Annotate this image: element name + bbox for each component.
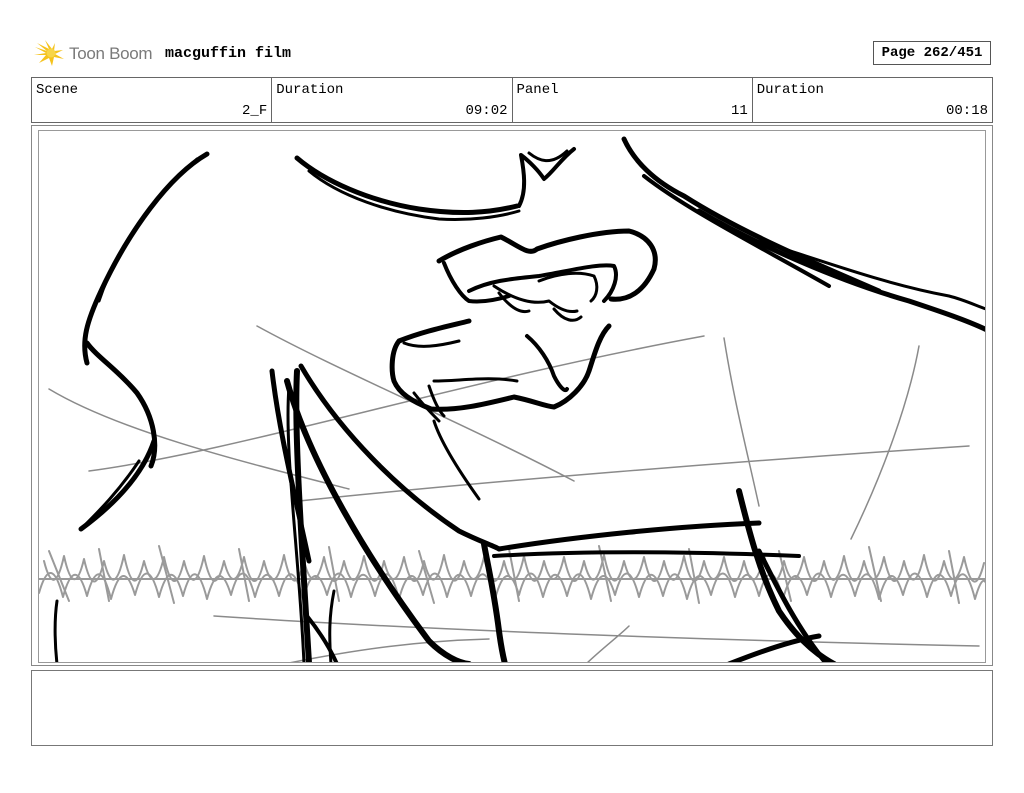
panel-cell: Panel 11 [513,78,753,122]
storyboard-panel [38,130,986,663]
scene-cell: Scene 2_F [32,78,273,122]
notes-box [31,670,993,746]
panel-duration-label: Duration [756,82,824,98]
scene-duration-label: Duration [276,82,344,98]
info-table: Scene 2_F Duration 09:02 Panel 11 Durati… [31,77,993,123]
panel-value: 11 [730,103,748,119]
scene-value: 2_F [242,103,268,119]
panel-duration-value: 00:18 [945,103,988,119]
panel-duration-cell: Duration 00:18 [753,78,992,122]
toon-boom-logo: Toon Boom [33,38,153,70]
scene-duration-value: 09:02 [465,103,508,119]
construction-lines [48,325,980,662]
project-title: macguffin film [165,45,292,62]
scene-duration-cell: Duration 09:02 [272,78,513,122]
panel-label: Panel [516,82,559,98]
logo-text: Toon Boom [69,44,153,63]
toon-boom-star-icon [34,40,64,66]
scene-label: Scene [36,82,79,98]
gorilla-sketch [53,136,985,662]
panel-sketch [39,136,985,662]
page-indicator: Page 262/451 [873,41,991,65]
